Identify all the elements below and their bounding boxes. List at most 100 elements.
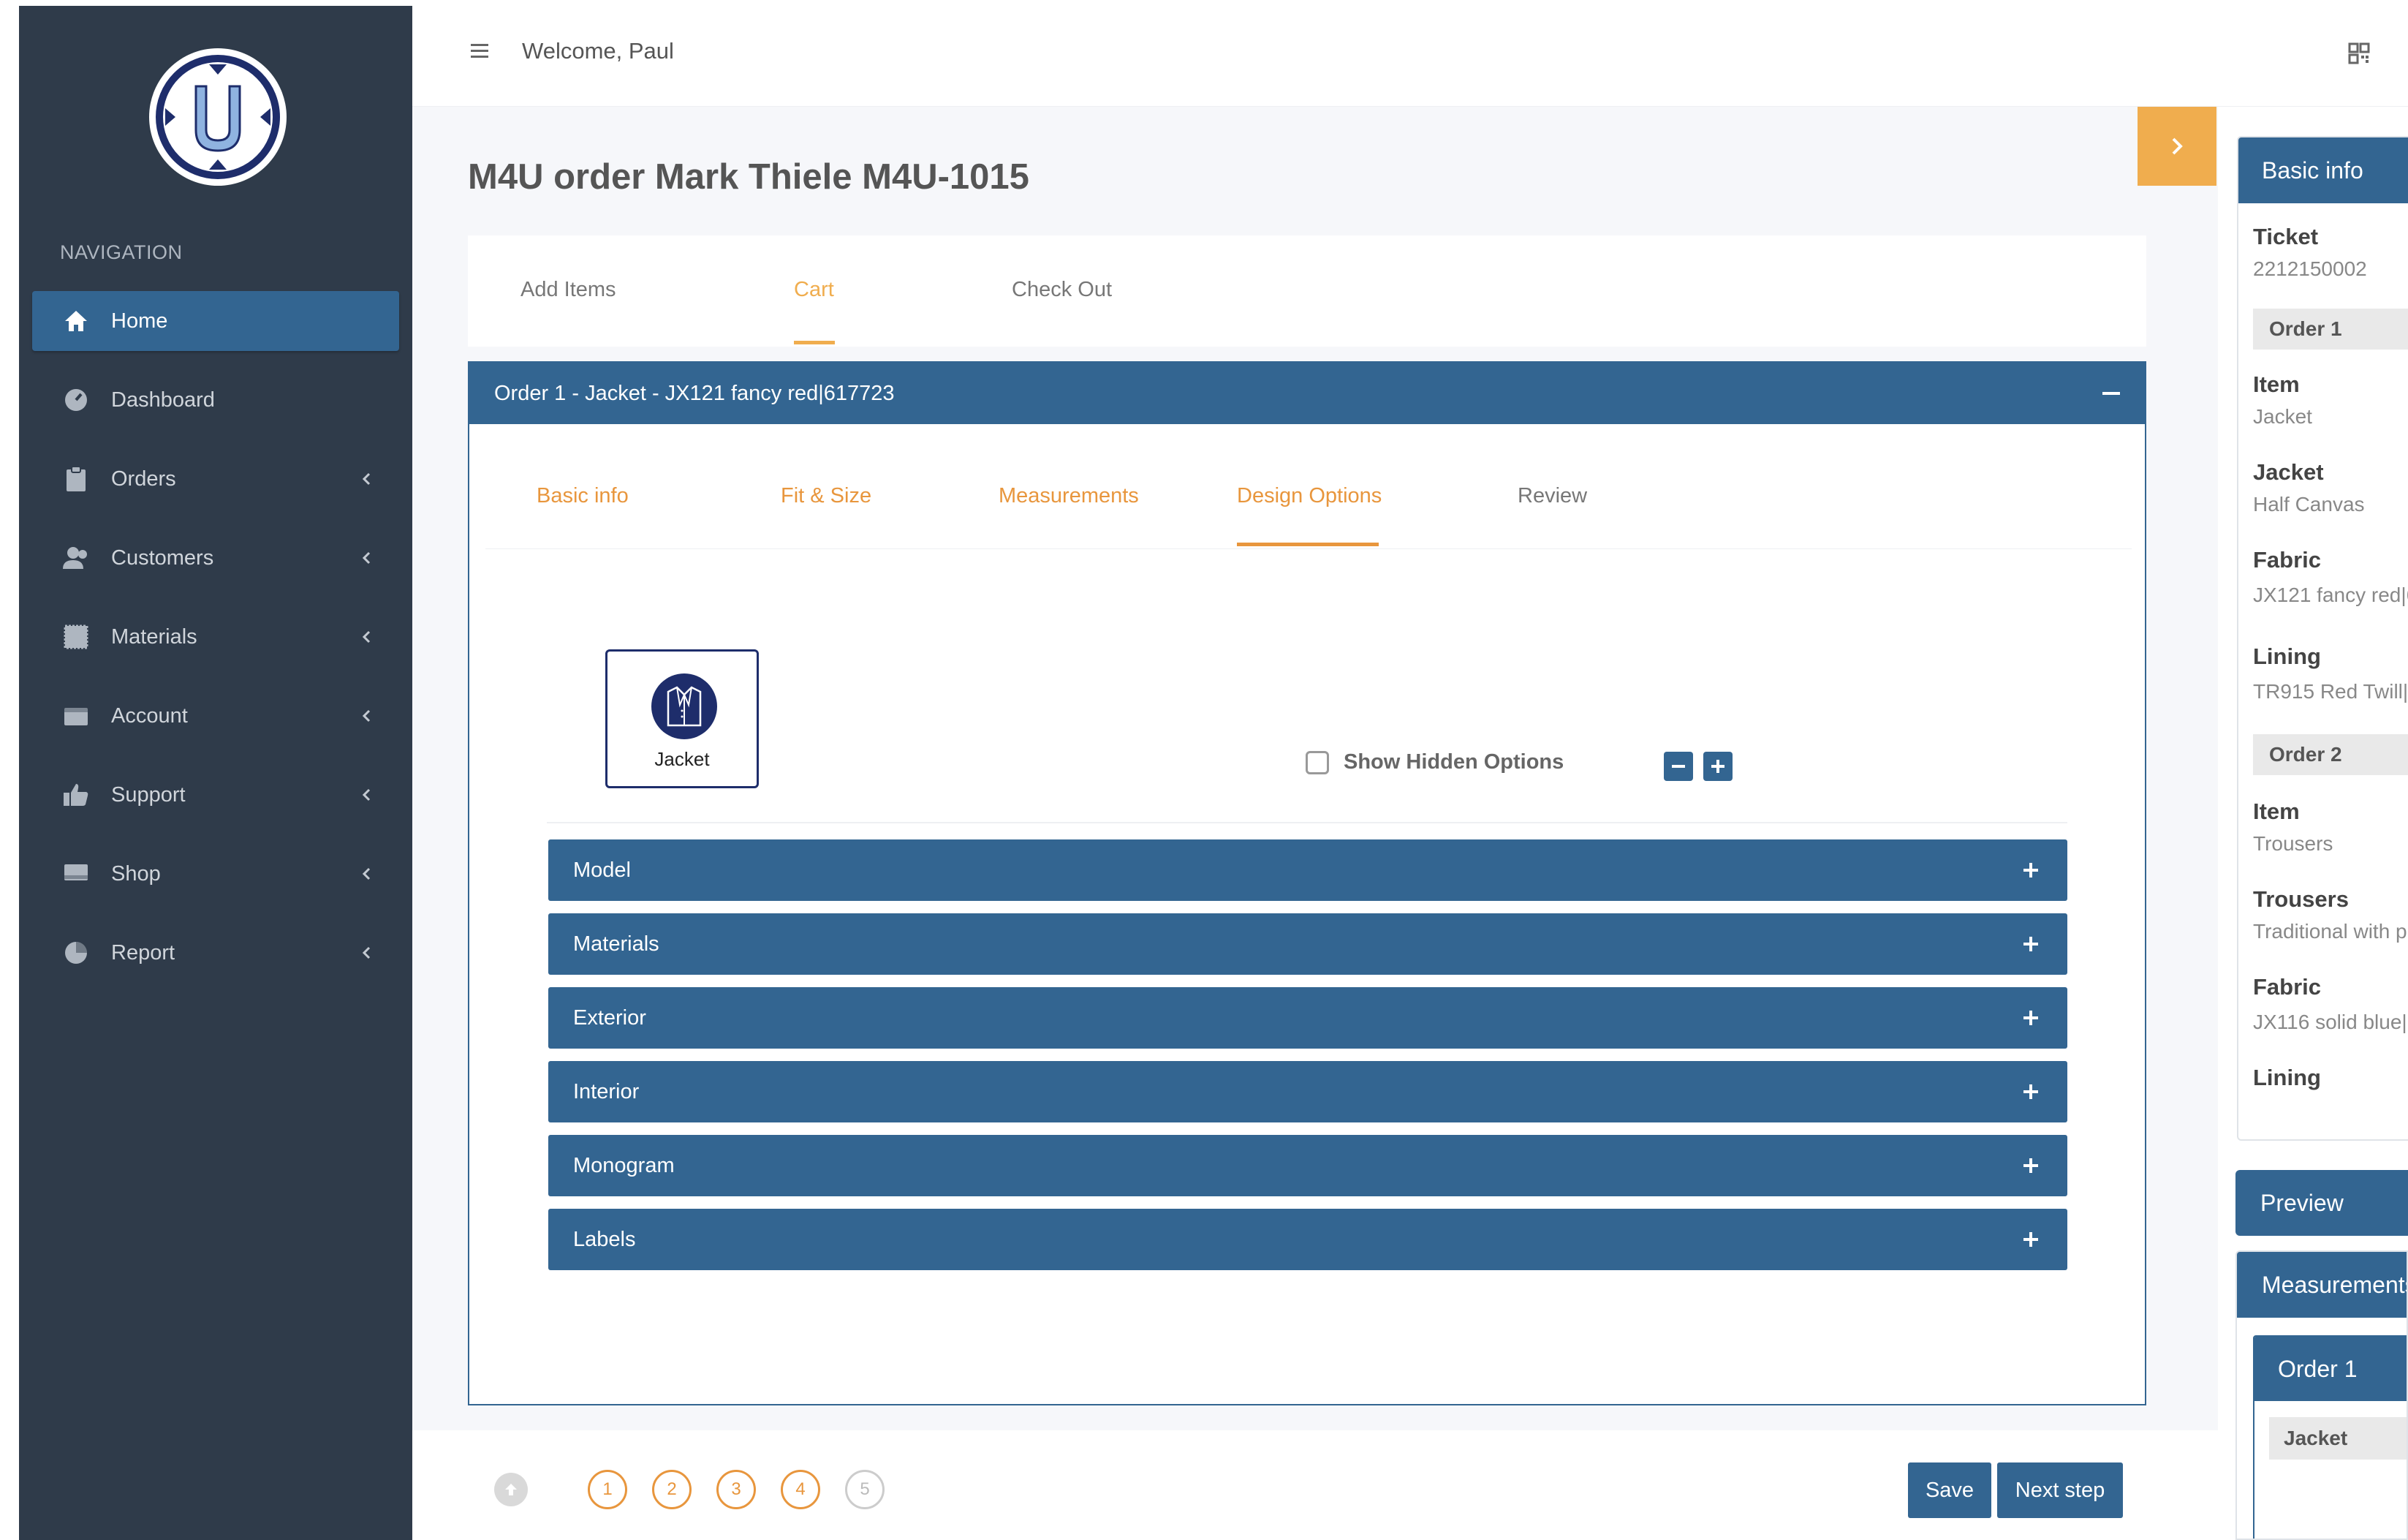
section-title: Labels (573, 1227, 636, 1251)
o1-jacket-value: Half Canvas (2253, 493, 2365, 516)
shop-icon (61, 859, 91, 888)
order-header-title: Order 1 - Jacket - JX121 fancy red|61772… (494, 381, 895, 405)
chevron-left-icon (355, 630, 377, 644)
page-title: M4U order Mark Thiele M4U-1015 (468, 157, 1029, 197)
tab-check-out[interactable]: Check Out (1012, 278, 1112, 302)
toggle-right-panel-button[interactable] (2138, 107, 2216, 186)
measurements-panel-title[interactable]: Measurements (2237, 1252, 2407, 1318)
o2-trousers-value: Traditional with p (2253, 920, 2407, 943)
step-4[interactable]: 4 (781, 1470, 820, 1509)
sidebar-item-account[interactable]: Account (32, 686, 399, 746)
section-exterior[interactable]: Exterior (548, 987, 2067, 1049)
sidebar-item-customers[interactable]: Customers (32, 528, 399, 588)
chevron-left-icon (355, 867, 377, 881)
bottom-action-bar: 1 2 3 4 5 Save Next step (412, 1430, 2218, 1540)
expand-all-button[interactable] (1703, 752, 1733, 781)
o1-jacket-label: Jacket (2253, 459, 2324, 485)
section-model[interactable]: Model (548, 839, 2067, 901)
jacket-icon (651, 673, 717, 739)
section-materials[interactable]: Materials (548, 913, 2067, 975)
sidebar-item-shop[interactable]: Shop (32, 844, 399, 904)
clipboard-icon (61, 464, 91, 494)
step-5[interactable]: 5 (845, 1470, 885, 1509)
order-header[interactable]: Order 1 - Jacket - JX121 fancy red|61772… (469, 363, 2145, 424)
order-steps-tabs: Add Items Cart Check Out (468, 235, 2146, 347)
ticket-label: Ticket (2253, 224, 2319, 249)
section-labels[interactable]: Labels (548, 1209, 2067, 1270)
chevron-left-icon (355, 709, 377, 723)
order-panel: Order 1 - Jacket - JX121 fancy red|61772… (468, 361, 2146, 1405)
collapse-all-button[interactable] (1664, 752, 1693, 781)
step-1[interactable]: 1 (588, 1470, 627, 1509)
tab-basic-info[interactable]: Basic info (537, 484, 629, 508)
sidebar-item-label: Support (111, 782, 186, 807)
tab-add-items[interactable]: Add Items (520, 278, 616, 302)
garment-card-jacket[interactable]: Jacket (605, 649, 759, 788)
users-icon (61, 543, 91, 573)
o2-lining-label: Lining (2253, 1065, 2321, 1090)
sidebar-item-label: Orders (111, 467, 176, 491)
tab-cart[interactable]: Cart (794, 278, 834, 302)
collapse-icon[interactable] (2102, 392, 2120, 395)
section-interior[interactable]: Interior (548, 1061, 2067, 1122)
o1-lining-label: Lining (2253, 643, 2321, 669)
sidebar-item-materials[interactable]: Materials (32, 607, 399, 667)
tab-review[interactable]: Review (1518, 484, 1587, 508)
sidebar-item-label: Account (111, 703, 188, 728)
navigation-heading: NAVIGATION (60, 241, 183, 263)
tab-fit-size[interactable]: Fit & Size (781, 484, 871, 508)
measurements-order-title[interactable]: Order 1 (2254, 1337, 2407, 1401)
o2-fabric-value: JX116 solid blue| (2253, 1011, 2407, 1033)
next-step-button[interactable]: Next step (1997, 1462, 2123, 1518)
o1-fabric-label: Fabric (2253, 547, 2322, 573)
o1-lining-value: TR915 Red Twill|5 (2253, 680, 2408, 703)
welcome-text: Welcome, Paul (522, 38, 674, 64)
sidebar-item-support[interactable]: Support (32, 765, 399, 825)
wallet-icon (61, 701, 91, 731)
tab-design-options[interactable]: Design Options (1237, 484, 1382, 508)
garment-label: Jacket (654, 748, 710, 770)
fabric-icon (61, 622, 91, 652)
o2-item-value: Trousers (2253, 832, 2333, 855)
basic-info-title[interactable]: Basic info (2238, 137, 2408, 203)
plus-icon (2023, 1158, 2038, 1173)
measurements-jacket-band: Jacket (2269, 1417, 2407, 1460)
sidebar-item-label: Home (111, 309, 168, 333)
o2-item-label: Item (2253, 799, 2300, 824)
sidebar-item-home[interactable]: Home (32, 291, 399, 351)
sidebar-item-orders[interactable]: Orders (32, 449, 399, 509)
chevron-right-icon (2172, 137, 2183, 155)
tab-measurements[interactable]: Measurements (999, 484, 1139, 508)
section-monogram[interactable]: Monogram (548, 1135, 2067, 1196)
basic-info-panel: Basic info Ticket 2212150002 Order 1 Ite… (2237, 136, 2408, 1141)
show-hidden-options-checkbox[interactable] (1306, 750, 1329, 774)
order-1-band: Order 1 (2253, 309, 2408, 350)
section-title: Materials (573, 932, 659, 956)
save-button[interactable]: Save (1908, 1462, 1991, 1518)
sidebar-item-dashboard[interactable]: Dashboard (32, 370, 399, 430)
plus-icon (2023, 937, 2038, 951)
plus-icon (1711, 760, 1724, 773)
step-2[interactable]: 2 (652, 1470, 692, 1509)
chevron-left-icon (355, 788, 377, 802)
chevron-left-icon (355, 472, 377, 486)
home-icon (61, 306, 91, 336)
show-hidden-options-toggle[interactable]: Show Hidden Options (1306, 750, 1564, 774)
section-title: Exterior (573, 1005, 646, 1030)
sidebar-item-label: Shop (111, 861, 161, 886)
o2-trousers-label: Trousers (2253, 886, 2349, 912)
active-subtab-indicator (1237, 543, 1379, 546)
section-title: Interior (573, 1079, 640, 1103)
qr-code-icon[interactable] (2348, 42, 2370, 64)
brand-logo[interactable] (149, 48, 287, 186)
sidebar: NAVIGATION Home Dashboard Orders Custome… (19, 6, 412, 1540)
sidebar-item-label: Customers (111, 546, 214, 570)
measurements-order-card: Order 1 Jacket (2253, 1335, 2407, 1539)
show-hidden-options-label: Show Hidden Options (1344, 750, 1564, 774)
preview-panel-header[interactable]: Preview (2235, 1170, 2408, 1236)
sidebar-item-report[interactable]: Report (32, 923, 399, 983)
scroll-to-top-icon[interactable] (494, 1473, 528, 1506)
plus-icon (2023, 1011, 2038, 1025)
step-3[interactable]: 3 (716, 1470, 756, 1509)
hamburger-menu-icon[interactable] (469, 41, 490, 61)
